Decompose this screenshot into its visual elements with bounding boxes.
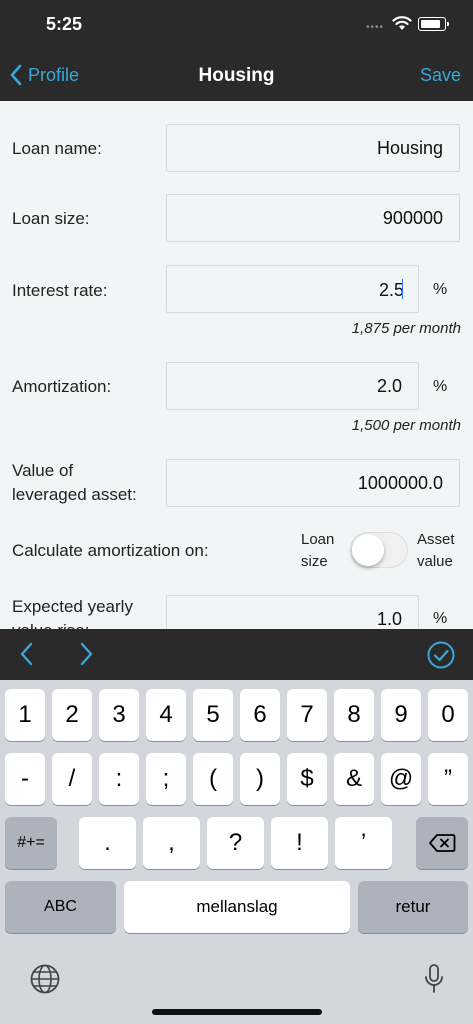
expected-yearly-label: Expected yearly value rise: [12,595,133,629]
asset-value-value: 1000000.0 [357,473,443,493]
loan-size-value: 900000 [382,208,443,228]
battery-icon [418,17,449,31]
key-quote[interactable]: ” [428,753,468,805]
interest-rate-hint: 1,875 per month [351,320,461,337]
key-apostrophe[interactable]: ’ [335,817,392,869]
wifi-icon [392,16,412,30]
key-slash[interactable]: / [52,753,92,805]
amortization-basis-toggle[interactable] [350,532,408,568]
key-ampersand[interactable]: & [334,753,374,805]
interest-rate-value: 2.5 [378,280,404,300]
abc-key[interactable]: ABC [5,881,116,933]
symbols-key[interactable]: #+= [5,817,57,869]
asset-value-label-line2: leveraged asset: [12,485,137,504]
toggle-knob [352,534,384,566]
key-3[interactable]: 3 [99,689,139,741]
signal-icon: •••• [366,22,385,33]
interest-rate-unit: % [433,281,448,298]
toggle-right-line1: Asset [417,531,455,548]
key-4[interactable]: 4 [146,689,186,741]
expected-yearly-field[interactable]: 1.0 [166,595,419,629]
chevron-left-icon [10,64,22,86]
loan-name-label: Loan name: [12,139,102,158]
next-field-button[interactable] [80,642,94,666]
return-key[interactable]: retur [358,881,468,933]
asset-value-label-line1: Value of [12,461,74,480]
key-at[interactable]: @ [381,753,421,805]
amortization-hint: 1,500 per month [351,417,461,434]
status-bar: 5:25 •••• [0,0,473,50]
expected-yearly-label-line1: Expected yearly [12,597,133,616]
interest-rate-label: Interest rate: [12,281,108,300]
keyboard-accessory-bar [0,629,473,680]
key-question[interactable]: ? [207,817,264,869]
backspace-key[interactable] [416,817,468,869]
toggle-left-line1: Loan [301,531,335,548]
save-button[interactable]: Save [420,65,461,86]
expected-yearly-unit: % [433,610,448,627]
expected-yearly-value: 1.0 [376,609,402,629]
key-2[interactable]: 2 [52,689,92,741]
amortization-field[interactable]: 2.0 [166,362,419,410]
backspace-icon [429,834,456,852]
microphone-icon[interactable] [423,963,445,995]
amortization-unit: % [433,378,448,395]
globe-icon[interactable] [29,963,61,995]
key-1[interactable]: 1 [5,689,45,741]
key-colon[interactable]: : [99,753,139,805]
key-8[interactable]: 8 [334,689,374,741]
text-cursor [402,279,403,299]
key-0[interactable]: 0 [428,689,468,741]
previous-field-button[interactable] [19,642,33,666]
loan-form: Loan name: Housing Loan size: 900000 Int… [0,101,473,629]
expected-yearly-label-line2: value rise: [12,619,133,629]
toggle-left-label: Loan size [301,529,334,573]
toggle-right-line2: value [417,553,453,570]
key-open-paren[interactable]: ( [193,753,233,805]
amortization-value: 2.0 [376,376,402,396]
done-checkmark-icon[interactable] [427,641,455,669]
key-7[interactable]: 7 [287,689,327,741]
key-dollar[interactable]: $ [287,753,327,805]
key-comma[interactable]: , [143,817,200,869]
key-period[interactable]: . [79,817,136,869]
toggle-left-line2: size [301,553,328,570]
key-9[interactable]: 9 [381,689,421,741]
home-indicator [152,1009,322,1015]
asset-value-label: Value of leveraged asset: [12,459,137,507]
keyboard: 1 2 3 4 5 6 7 8 9 0 - / : ; ( ) $ & @ ” … [0,680,473,1024]
calc-amortization-label: Calculate amortization on: [12,541,209,560]
interest-rate-field[interactable]: 2.5 [166,265,419,313]
status-time: 5:25 [46,14,83,34]
key-6[interactable]: 6 [240,689,280,741]
space-key[interactable]: mellanslag [124,881,350,933]
toggle-right-label: Asset value [417,529,455,573]
key-semicolon[interactable]: ; [146,753,186,805]
key-exclamation[interactable]: ! [271,817,328,869]
back-button[interactable]: Profile [10,64,79,86]
loan-name-value: Housing [376,138,443,158]
key-close-paren[interactable]: ) [240,753,280,805]
asset-value-field[interactable]: 1000000.0 [166,459,460,507]
key-hyphen[interactable]: - [5,753,45,805]
loan-name-field[interactable]: Housing [166,124,460,172]
loan-size-label: Loan size: [12,209,90,228]
amortization-label: Amortization: [12,377,112,396]
navigation-bar: Profile Housing Save [0,50,473,101]
loan-size-field[interactable]: 900000 [166,194,460,242]
key-5[interactable]: 5 [193,689,233,741]
back-label: Profile [28,64,80,85]
